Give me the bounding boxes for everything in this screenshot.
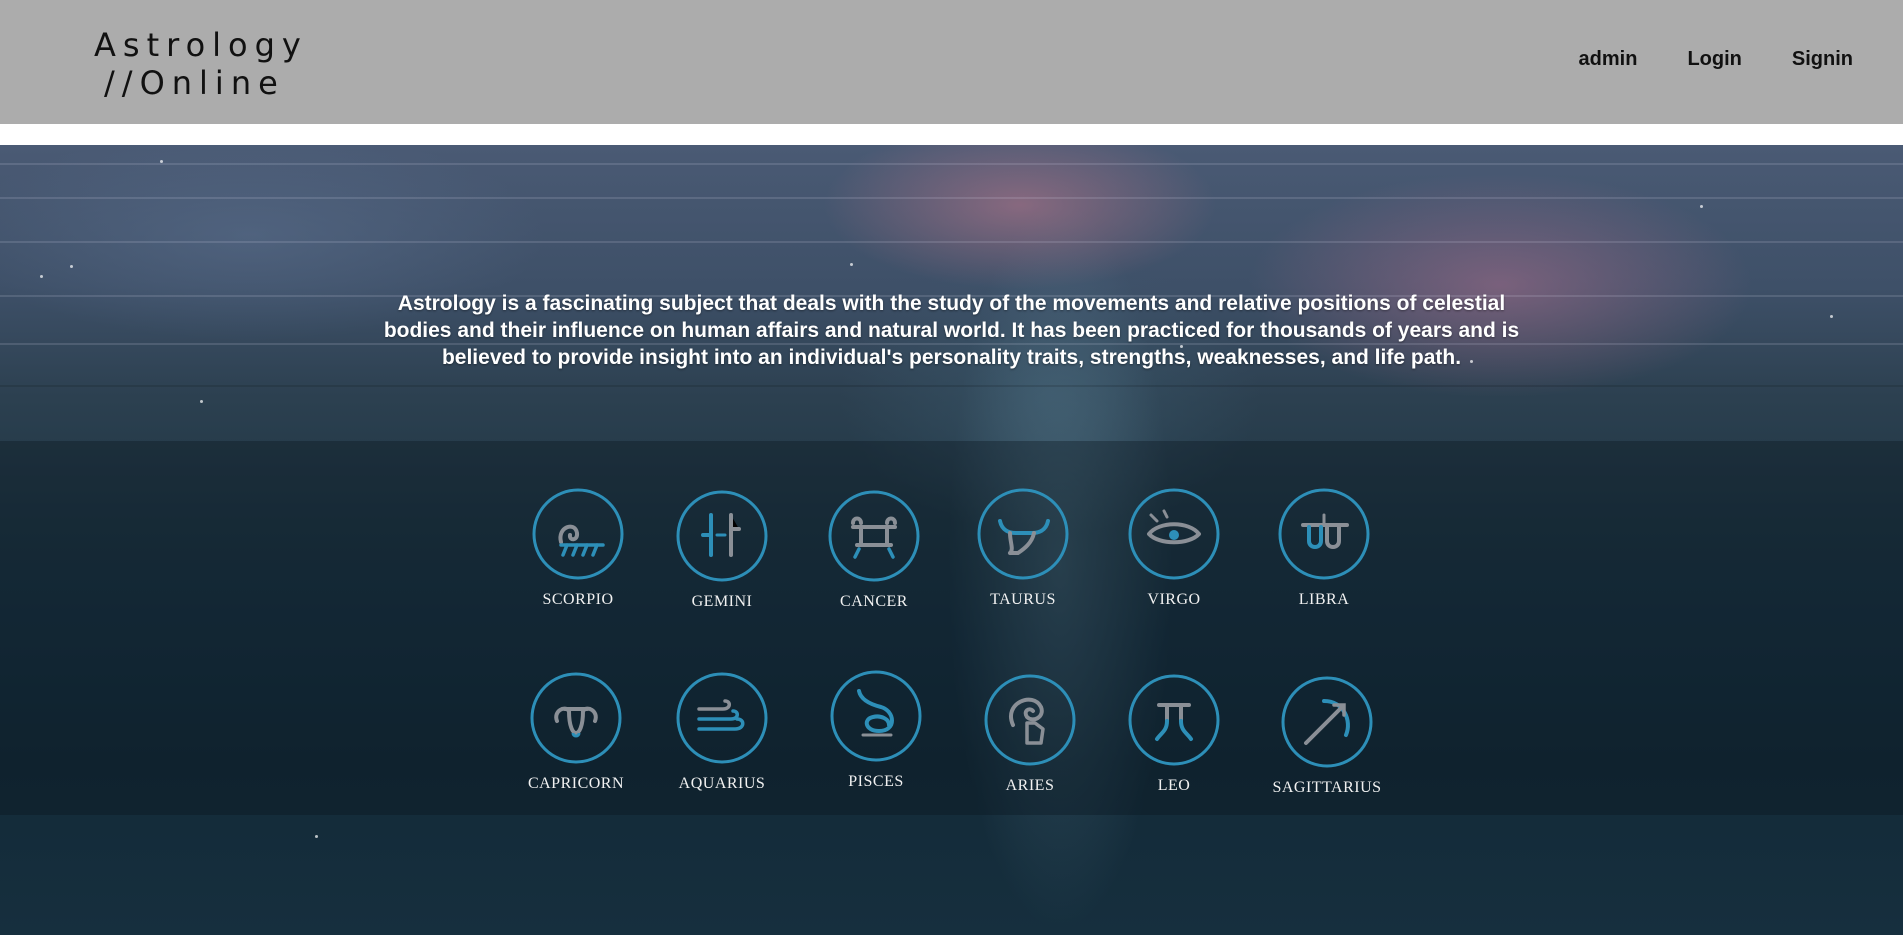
sign-label: CAPRICORN xyxy=(527,775,625,792)
site-logo[interactable]: Astrology //Online xyxy=(94,26,308,102)
aquarius-icon xyxy=(676,672,768,764)
sign-label: ARIES xyxy=(1005,777,1055,794)
pisces-icon xyxy=(830,670,922,762)
intro-text: Astrology is a fascinating subject that … xyxy=(383,292,1520,369)
cancer-icon xyxy=(828,490,920,582)
sign-aries[interactable]: ARIES xyxy=(960,673,1100,795)
sign-aquarius[interactable]: AQUARIUS xyxy=(652,671,792,793)
sign-pisces[interactable]: PISCES xyxy=(806,669,946,791)
zodiac-band xyxy=(0,441,1903,815)
sign-label: TAURUS xyxy=(990,591,1056,608)
sign-label: LEO xyxy=(1157,777,1191,794)
scorpio-icon xyxy=(532,488,624,580)
app-root: Astrology //Online admin Login Signin As… xyxy=(0,0,1903,935)
nav-login-link[interactable]: Login xyxy=(1687,48,1741,71)
sign-label: LIBRA xyxy=(1298,591,1350,608)
nav-signin-link[interactable]: Signin xyxy=(1792,48,1853,71)
sign-cancer[interactable]: CANCER xyxy=(804,489,944,611)
sign-label: VIRGO xyxy=(1147,591,1201,608)
sagittarius-icon xyxy=(1281,676,1373,768)
sign-label: SAGITTARIUS xyxy=(1272,779,1382,796)
nav-admin-link[interactable]: admin xyxy=(1579,48,1638,71)
sign-taurus[interactable]: TAURUS xyxy=(953,487,1093,609)
logo-line-2: //Online xyxy=(104,64,285,102)
sign-label: AQUARIUS xyxy=(678,775,766,792)
sign-capricorn[interactable]: CAPRICORN xyxy=(506,671,646,793)
libra-icon xyxy=(1278,488,1370,580)
hero-section: Astrology is a fascinating subject that … xyxy=(0,145,1903,935)
sign-leo[interactable]: LEO xyxy=(1104,673,1244,795)
sign-virgo[interactable]: VIRGO xyxy=(1104,487,1244,609)
virgo-icon xyxy=(1128,488,1220,580)
sign-label: PISCES xyxy=(848,773,904,790)
sign-libra[interactable]: LIBRA xyxy=(1254,487,1394,609)
sign-scorpio[interactable]: SCORPIO xyxy=(508,487,648,609)
gemini-icon xyxy=(676,490,768,582)
capricorn-icon xyxy=(530,672,622,764)
sign-label: SCORPIO xyxy=(542,591,614,608)
site-header: Astrology //Online admin Login Signin xyxy=(0,0,1903,124)
top-nav: admin Login Signin xyxy=(1579,48,1853,71)
sign-gemini[interactable]: GEMINI xyxy=(652,489,792,611)
sign-label: CANCER xyxy=(840,593,908,610)
leo-icon xyxy=(1128,674,1220,766)
sign-sagittarius[interactable]: SAGITTARIUS xyxy=(1257,675,1397,797)
sign-label: GEMINI xyxy=(691,593,753,610)
aries-icon xyxy=(984,674,1076,766)
logo-line-1: Astrology xyxy=(94,26,308,64)
taurus-icon xyxy=(977,488,1069,580)
